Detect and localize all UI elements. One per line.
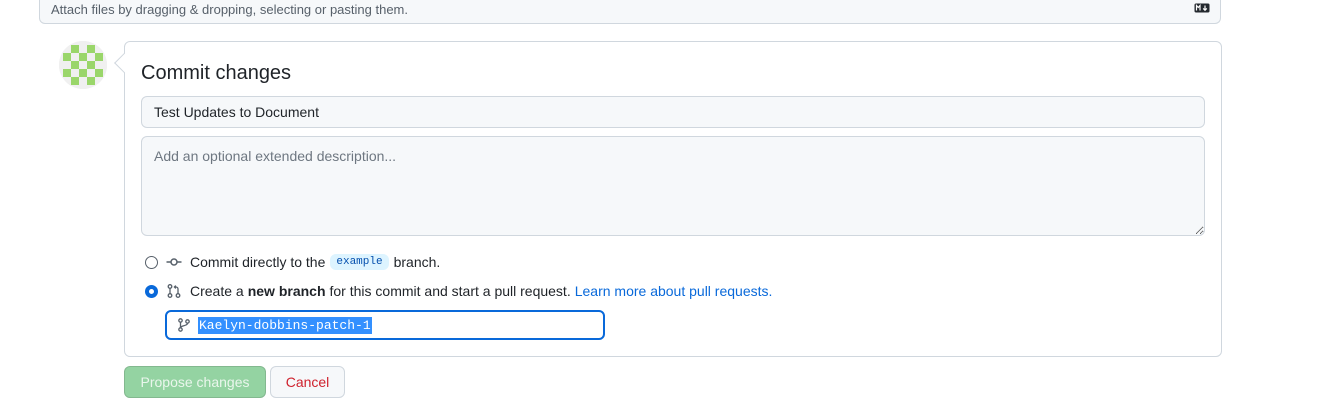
branch-name-value[interactable]: Kaelyn-dobbins-patch-1 — [198, 316, 372, 334]
git-commit-icon — [166, 258, 182, 266]
markdown-icon[interactable] — [1194, 3, 1210, 13]
commit-title: Commit changes — [141, 62, 292, 84]
git-branch-icon — [178, 318, 190, 332]
learn-more-pull-requests-link[interactable]: Learn more about pull requests. — [575, 283, 773, 299]
current-branch-chip: example — [330, 254, 389, 270]
commit-description-textarea[interactable] — [141, 136, 1205, 236]
new-branch-radio[interactable] — [145, 284, 158, 298]
new-branch-prefix: Create a — [190, 283, 244, 299]
cancel-button[interactable]: Cancel — [270, 366, 345, 398]
user-avatar[interactable] — [59, 41, 107, 89]
propose-changes-button[interactable]: Propose changes — [124, 366, 266, 398]
commit-summary-input[interactable] — [141, 96, 1205, 128]
commit-direct-suffix: branch. — [393, 254, 441, 270]
new-branch-bold: new branch — [247, 283, 326, 299]
commit-direct-option[interactable]: Commit directly to the example branch. — [145, 252, 440, 272]
new-branch-suffix: for this commit and start a pull request… — [329, 283, 571, 299]
git-pull-request-icon — [167, 284, 181, 298]
new-branch-option[interactable]: Create a new branch for this commit and … — [145, 281, 772, 301]
commit-direct-prefix: Commit directly to the — [190, 254, 326, 270]
identicon-avatar — [59, 41, 107, 89]
new-branch-name-input[interactable]: Kaelyn-dobbins-patch-1 — [165, 310, 605, 340]
file-attach-bar[interactable]: Attach files by dragging & dropping, sel… — [39, 0, 1221, 24]
attach-files-text: Attach files by dragging & dropping, sel… — [51, 2, 408, 17]
commit-direct-radio[interactable] — [145, 255, 158, 269]
